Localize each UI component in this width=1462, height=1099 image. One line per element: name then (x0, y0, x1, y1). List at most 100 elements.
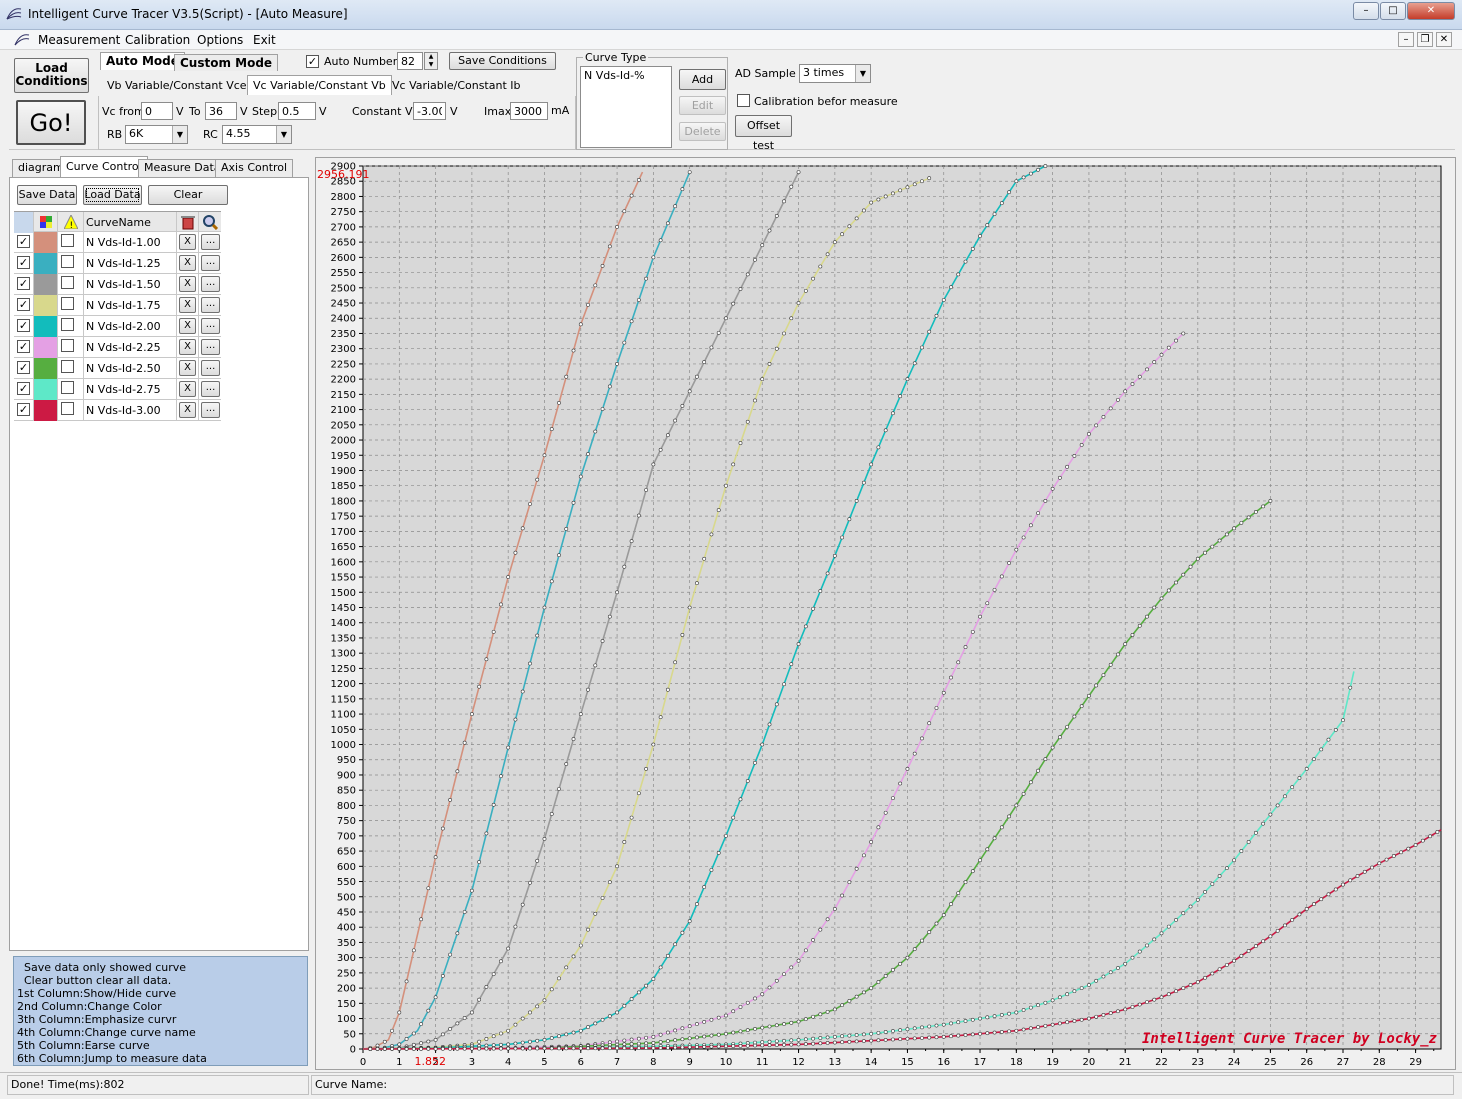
delete-button[interactable]: Delete (679, 122, 726, 141)
emphasize-checkbox[interactable] (61, 318, 74, 331)
clear-button[interactable]: Clear (148, 185, 228, 205)
jump-data-button[interactable]: ... (201, 381, 220, 397)
erase-curve-button[interactable]: X (179, 276, 196, 292)
erase-curve-button[interactable]: X (179, 381, 196, 397)
show-curve-checkbox[interactable]: ✓ (17, 382, 30, 395)
show-curve-checkbox[interactable]: ✓ (17, 403, 30, 416)
show-curve-checkbox[interactable]: ✓ (17, 298, 30, 311)
mdi-close-button[interactable]: ✕ (1436, 32, 1452, 47)
curve-name-cell[interactable]: N Vds-Id-1.25 (84, 253, 177, 274)
show-curve-checkbox[interactable]: ✓ (17, 319, 30, 332)
tab-auto-mode[interactable]: Auto Mode (100, 52, 185, 70)
curve-color-swatch[interactable] (34, 379, 58, 400)
jump-data-button[interactable]: ... (201, 402, 220, 418)
mdi-minimize-button[interactable]: – (1398, 32, 1414, 47)
curve-color-swatch[interactable] (34, 295, 58, 316)
save-conditions-button[interactable]: Save Conditions (449, 52, 556, 70)
jump-data-button[interactable]: ... (201, 234, 220, 250)
imax-input[interactable] (510, 102, 548, 120)
erase-curve-button[interactable]: X (179, 255, 196, 271)
tab-axis-control[interactable]: Axis Control (215, 159, 294, 177)
tab-vc-variable-vb[interactable]: Vc Variable/Constant Vb (247, 75, 392, 95)
data-point (1094, 423, 1099, 428)
show-curve-checkbox[interactable]: ✓ (17, 235, 30, 248)
jump-data-button[interactable]: ... (201, 297, 220, 313)
data-point (985, 847, 990, 852)
minimize-button[interactable]: – (1353, 2, 1379, 20)
offset-test-button[interactable]: Offset test (735, 115, 792, 152)
menu-calibration[interactable]: Calibration (125, 33, 190, 47)
show-curve-checkbox[interactable]: ✓ (17, 256, 30, 269)
emphasize-checkbox[interactable] (61, 276, 74, 289)
load-data-button[interactable]: Load Data (83, 185, 142, 205)
erase-curve-button[interactable]: X (179, 360, 196, 376)
close-button[interactable]: ✕ (1407, 2, 1455, 20)
menu-options[interactable]: Options (197, 33, 243, 47)
erase-curve-button[interactable]: X (179, 402, 196, 418)
curve-name-cell[interactable]: N Vds-Id-2.00 (84, 316, 177, 337)
emphasize-checkbox[interactable] (61, 381, 74, 394)
rb-select[interactable]: 6K ▼ (125, 125, 188, 144)
constant-vb-input[interactable] (413, 102, 446, 120)
curve-name-cell[interactable]: N Vds-Id-2.25 (84, 337, 177, 358)
emphasize-checkbox[interactable] (61, 339, 74, 352)
jump-data-button[interactable]: ... (201, 339, 220, 355)
emphasize-checkbox[interactable] (61, 255, 74, 268)
curve-color-swatch[interactable] (34, 232, 58, 253)
rc-select[interactable]: 4.55 ▼ (222, 125, 292, 144)
calibration-checkbox[interactable] (737, 94, 750, 107)
save-data-button[interactable]: Save Data (17, 185, 77, 205)
mdi-restore-button[interactable]: ❐ (1417, 32, 1433, 47)
erase-curve-button[interactable]: X (179, 318, 196, 334)
jump-data-button[interactable]: ... (201, 360, 220, 376)
vc-from-input[interactable] (141, 102, 173, 120)
emphasize-checkbox[interactable] (61, 234, 74, 247)
curve-color-swatch[interactable] (34, 358, 58, 379)
curve-name-cell[interactable]: N Vds-Id-1.75 (84, 295, 177, 316)
tab-measure-data[interactable]: Measure Data (138, 159, 227, 177)
curve-name-cell[interactable]: N Vds-Id-3.00 (84, 400, 177, 421)
menu-measurement[interactable]: Measurement (38, 33, 120, 47)
jump-data-button[interactable]: ... (201, 276, 220, 292)
curve-color-swatch[interactable] (34, 274, 58, 295)
curve-color-swatch[interactable] (34, 316, 58, 337)
add-button[interactable]: Add (679, 69, 726, 90)
auto-number-checkbox[interactable]: ✓ (306, 55, 319, 68)
go-button[interactable]: Go! (16, 100, 86, 145)
load-conditions-button[interactable]: Load Conditions (14, 58, 89, 93)
auto-number-spinner[interactable]: ▲ ▼ (424, 52, 438, 70)
curve-type-list[interactable]: N Vds-Id-% (580, 66, 672, 148)
curve-chart[interactable]: 0501001502002503003504004505005506006507… (316, 158, 1455, 1069)
menu-exit[interactable]: Exit (253, 33, 276, 47)
edit-button[interactable]: Edit (679, 96, 726, 115)
to-input[interactable] (205, 102, 237, 120)
tab-vb-variable[interactable]: Vb Variable/Constant Vce (107, 79, 247, 92)
curve-name-cell[interactable]: N Vds-Id-1.50 (84, 274, 177, 295)
tab-curve-control[interactable]: Curve Control (60, 156, 148, 177)
erase-curve-button[interactable]: X (179, 234, 196, 250)
emphasize-checkbox[interactable] (61, 297, 74, 310)
show-curve-checkbox[interactable]: ✓ (17, 361, 30, 374)
curve-name-cell[interactable]: N Vds-Id-2.75 (84, 379, 177, 400)
emphasize-checkbox[interactable] (61, 402, 74, 415)
curve-type-item[interactable]: N Vds-Id-% (584, 69, 645, 82)
ad-sample-select[interactable]: 3 times ▼ (799, 64, 871, 83)
show-curve-checkbox[interactable]: ✓ (17, 340, 30, 353)
chart-area[interactable]: 0 50 100 150 200 250 300 350 400 450 500 550 600 650 7… (315, 157, 1456, 1070)
curve-color-swatch[interactable] (34, 400, 58, 421)
maximize-button[interactable]: □ (1380, 2, 1406, 20)
erase-curve-button[interactable]: X (179, 339, 196, 355)
step-input[interactable] (278, 102, 316, 120)
curve-name-cell[interactable]: N Vds-Id-1.00 (84, 232, 177, 253)
show-curve-checkbox[interactable]: ✓ (17, 277, 30, 290)
jump-data-button[interactable]: ... (201, 318, 220, 334)
tab-vc-variable-ib[interactable]: Vc Variable/Constant Ib (392, 79, 521, 92)
curve-color-swatch[interactable] (34, 253, 58, 274)
erase-curve-button[interactable]: X (179, 297, 196, 313)
curve-name-cell[interactable]: N Vds-Id-2.50 (84, 358, 177, 379)
emphasize-checkbox[interactable] (61, 360, 74, 373)
tab-custom-mode[interactable]: Custom Mode (174, 54, 279, 71)
curve-color-swatch[interactable] (34, 337, 58, 358)
jump-data-button[interactable]: ... (201, 255, 220, 271)
auto-number-input[interactable] (397, 52, 423, 70)
